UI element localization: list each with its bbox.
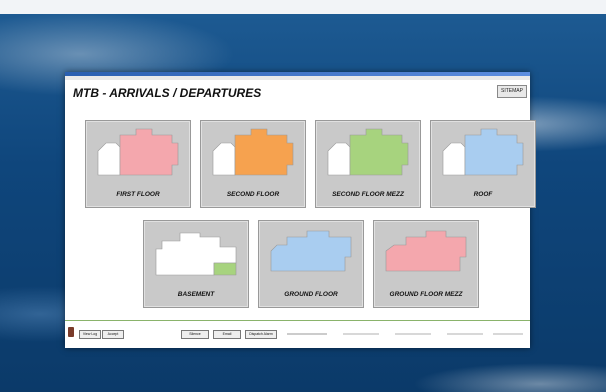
dispatch-alarm-button[interactable]: Dispatch Alarm (245, 330, 277, 339)
silence-button[interactable]: Silence (181, 330, 209, 339)
floor-card-roof[interactable]: ROOF (430, 120, 536, 208)
email-button[interactable]: Email (213, 330, 241, 339)
page-title: MTB - ARRIVALS / DEPARTURES (73, 86, 262, 100)
floor-plan-icon (97, 128, 179, 176)
floor-label: GROUND FLOOR (284, 291, 338, 298)
floor-label: FIRST FLOOR (116, 191, 160, 198)
floor-card-second-floor-mezz[interactable]: SECOND FLOOR MEZZ (315, 120, 421, 208)
divider (65, 320, 530, 321)
status-field (343, 333, 379, 335)
floor-plan-icon (385, 230, 467, 272)
bottom-toolbar: View Log Accept Silence Email Dispatch A… (65, 324, 530, 348)
floor-card-ground-floor[interactable]: GROUND FLOOR (258, 220, 364, 308)
floor-label: BASEMENT (177, 291, 215, 298)
floor-plan-icon (442, 128, 524, 176)
floor-plan-icon (270, 230, 352, 272)
menu-bar[interactable] (65, 76, 530, 80)
floor-label: SECOND FLOOR (226, 191, 280, 198)
floor-card-basement[interactable]: BASEMENT (143, 220, 249, 308)
floor-fill (119, 128, 179, 176)
app-window: MTB - ARRIVALS / DEPARTURES SITEMAP FIRS… (65, 72, 536, 348)
floor-card-second-floor[interactable]: SECOND FLOOR (200, 120, 306, 208)
floor-label: SECOND FLOOR MEZZ (332, 191, 404, 198)
status-field (493, 333, 523, 335)
alarm-icon[interactable] (68, 327, 74, 337)
accept-button[interactable]: Accept (102, 330, 124, 339)
floor-card-ground-floor-mezz[interactable]: GROUND FLOOR MEZZ (373, 220, 479, 308)
status-field (287, 333, 327, 335)
floor-label: ROOF (473, 191, 493, 198)
floor-plan-icon (212, 128, 294, 176)
status-field (447, 333, 483, 335)
status-field (395, 333, 431, 335)
floor-plan-icon (327, 128, 409, 176)
floor-label: GROUND FLOOR MEZZ (389, 291, 463, 298)
floor-plan-icon (155, 232, 237, 276)
floor-card-first-floor[interactable]: FIRST FLOOR (85, 120, 191, 208)
view-log-button[interactable]: View Log (79, 330, 101, 339)
sitemap-button[interactable]: SITEMAP (497, 85, 527, 98)
page-top-strip (0, 0, 606, 14)
